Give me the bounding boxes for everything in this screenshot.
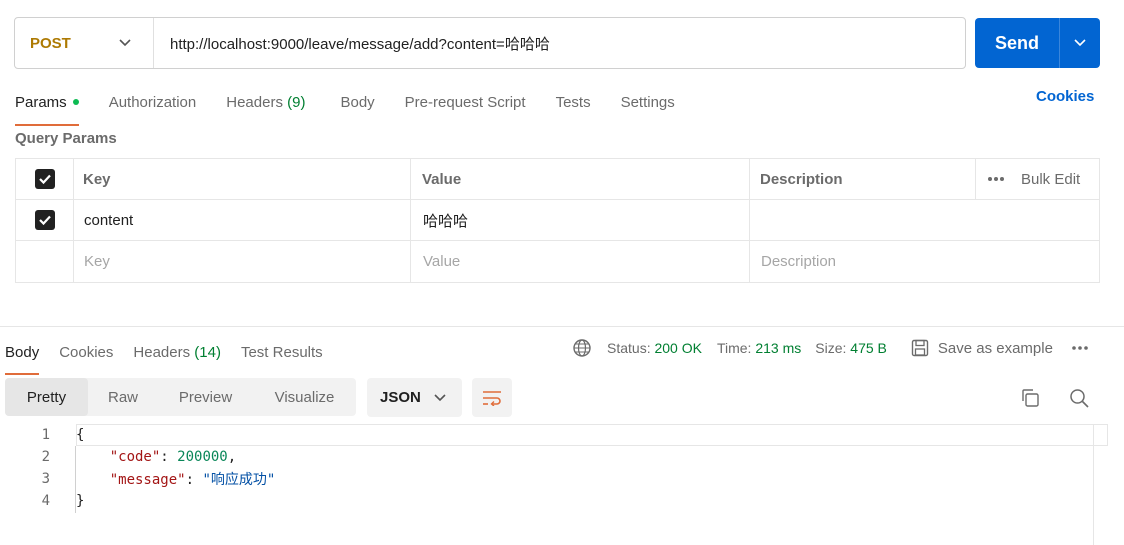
tab-response-headers[interactable]: Headers (14)	[133, 337, 221, 367]
more-icon[interactable]	[1071, 345, 1089, 351]
time-label: Time:	[716, 340, 752, 356]
param-value-field[interactable]: 哈哈哈	[423, 200, 468, 240]
save-as-example-button[interactable]: Save as example	[911, 339, 1053, 357]
view-mode-raw[interactable]: Raw	[88, 378, 158, 416]
globe-icon[interactable]	[572, 338, 592, 358]
tab-headers[interactable]: Headers (9)	[226, 86, 305, 118]
param-description-placeholder[interactable]: Description	[761, 241, 836, 282]
headers-count: (9)	[287, 93, 306, 111]
status-label: Status:	[607, 340, 651, 356]
response-body-editor[interactable]: 1 { 2 "code": 200000, 3 "message": "响应成功…	[0, 424, 1110, 545]
format-label: JSON	[380, 389, 421, 406]
wrap-icon	[483, 390, 501, 406]
tab-label: Body	[340, 93, 375, 111]
vertical-scrollbar[interactable]	[1093, 424, 1094, 545]
response-meta: Status: 200 OK Time: 213 ms Size: 475 B …	[572, 337, 1089, 359]
bulk-edit-button[interactable]: Bulk Edit	[1021, 159, 1080, 199]
save-as-example-label: Save as example	[937, 339, 1053, 357]
line-number: 3	[41, 471, 50, 487]
line-number: 4	[41, 493, 50, 509]
line-number: 1	[41, 427, 50, 443]
code-line: 2 "code": 200000,	[0, 446, 237, 468]
chevron-down-icon	[1074, 39, 1086, 47]
chevron-down-icon	[119, 39, 131, 47]
send-button[interactable]: Send	[975, 18, 1059, 68]
time-value[interactable]: 213 ms	[755, 340, 801, 356]
copy-icon[interactable]	[1020, 388, 1040, 408]
tab-test-results[interactable]: Test Results	[241, 337, 323, 367]
tab-response-cookies[interactable]: Cookies	[59, 337, 113, 367]
params-active-dot	[72, 99, 79, 105]
tab-label: Settings	[620, 93, 675, 111]
tab-label: Headers	[226, 93, 283, 111]
column-header-key: Key	[83, 170, 111, 188]
tab-params[interactable]: Params	[15, 86, 79, 126]
cookies-link[interactable]: Cookies	[1036, 88, 1094, 105]
query-params-title: Query Params	[15, 130, 117, 147]
format-select[interactable]: JSON	[367, 378, 462, 417]
request-tabs: Params Authorization Headers (9) Body Pr…	[15, 86, 675, 126]
table-header-row: Key Value Description Bulk Edit	[16, 159, 1099, 200]
url-bar: POST http://localhost:9000/leave/message…	[14, 17, 966, 69]
tab-settings[interactable]: Settings	[621, 86, 675, 118]
code-line: 4 }	[0, 490, 85, 512]
tab-label: Tests	[555, 93, 591, 111]
section-divider	[0, 326, 1124, 327]
tab-label: Pre-request Script	[404, 93, 526, 111]
code-text: "message": "响应成功"	[109, 472, 276, 488]
tab-response-body[interactable]: Body	[5, 337, 40, 375]
table-row: content 哈哈哈	[16, 200, 1099, 241]
send-options-button[interactable]	[1059, 18, 1100, 68]
response-headers-count: (14)	[194, 343, 221, 361]
tab-authorization[interactable]: Authorization	[109, 86, 197, 118]
tab-label: Test Results	[240, 343, 323, 361]
code-line: 1 {	[0, 424, 85, 446]
tab-body[interactable]: Body	[340, 86, 374, 118]
send-button-group: Send	[975, 18, 1100, 68]
select-all-checkbox[interactable]	[35, 169, 55, 189]
tab-label: Cookies	[59, 343, 114, 361]
status-value[interactable]: 200 OK	[654, 340, 701, 356]
method-label: POST	[30, 34, 71, 52]
current-line-highlight	[76, 424, 1108, 446]
param-value-placeholder[interactable]: Value	[423, 241, 460, 282]
tab-label: Params	[15, 93, 67, 111]
tab-label: Body	[5, 343, 40, 361]
method-select[interactable]: POST	[15, 18, 154, 68]
code-text: }	[76, 493, 85, 509]
column-header-value: Value	[422, 170, 462, 188]
view-mode-visualize[interactable]: Visualize	[253, 378, 356, 416]
response-tabs: Body Cookies Headers (14) Test Results	[5, 337, 323, 375]
save-icon	[911, 339, 929, 357]
check-icon	[39, 174, 51, 185]
tab-pre-request-script[interactable]: Pre-request Script	[405, 86, 526, 118]
wrap-lines-button[interactable]	[472, 378, 512, 417]
search-icon[interactable]	[1069, 388, 1089, 408]
param-key-placeholder[interactable]: Key	[84, 241, 110, 282]
view-mode-switch: Pretty Raw Preview Visualize	[5, 378, 356, 416]
tab-label: Headers	[133, 343, 191, 361]
param-key-field[interactable]: content	[84, 200, 133, 240]
chevron-down-icon	[434, 393, 446, 401]
query-params-table: Key Value Description Bulk Edit content …	[15, 158, 1100, 283]
view-mode-preview[interactable]: Preview	[158, 378, 253, 416]
code-text: "code": 200000,	[109, 449, 237, 465]
line-number: 2	[41, 449, 50, 465]
more-options-button[interactable]	[987, 159, 1005, 199]
size-value[interactable]: 475 B	[850, 340, 887, 356]
more-icon	[988, 177, 1004, 181]
code-text: {	[76, 427, 85, 443]
code-line: 3 "message": "响应成功"	[0, 468, 276, 490]
view-mode-pretty[interactable]: Pretty	[5, 378, 88, 416]
url-input[interactable]: http://localhost:9000/leave/message/add?…	[154, 33, 550, 54]
size-label: Size:	[815, 340, 847, 356]
check-icon	[39, 215, 51, 226]
tab-tests[interactable]: Tests	[556, 86, 591, 118]
table-row-empty: Key Value Description	[16, 241, 1099, 282]
row-checkbox[interactable]	[35, 210, 55, 230]
column-header-description: Description	[760, 170, 843, 188]
tab-label: Authorization	[108, 93, 197, 111]
